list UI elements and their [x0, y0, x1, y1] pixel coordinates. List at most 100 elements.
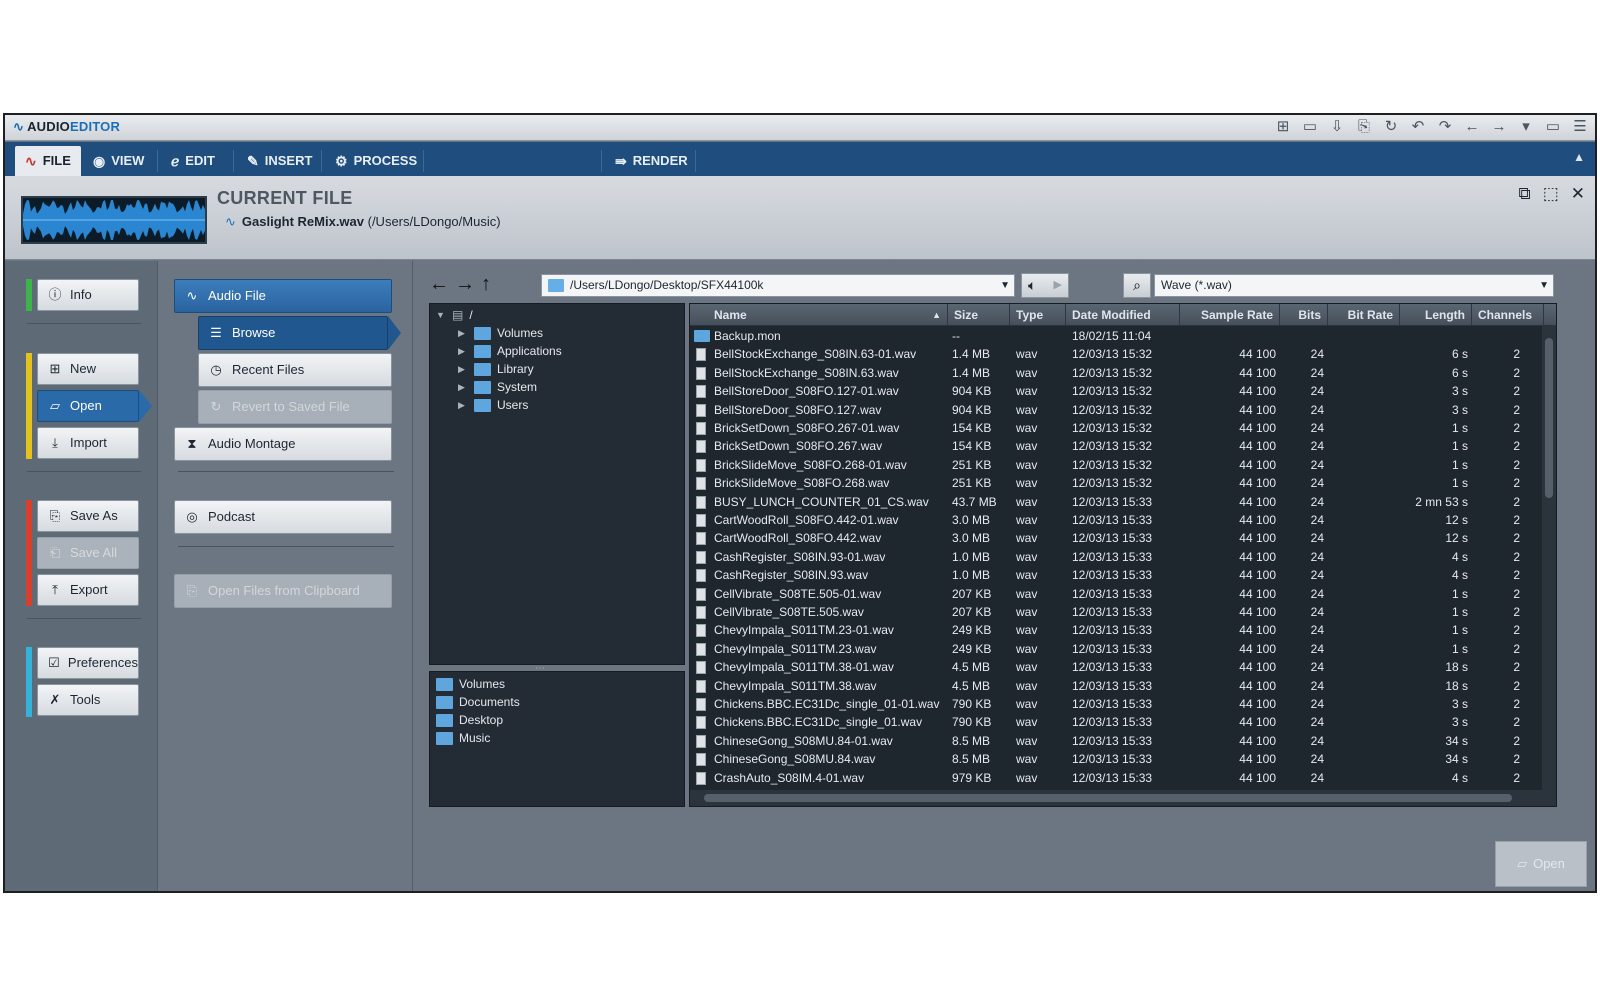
table-row[interactable]: BellStoreDoor_S08FO.127.wav 904 KB wav 12/0… [690, 401, 1540, 419]
scroll-thumb[interactable] [1545, 338, 1553, 498]
back-icon[interactable]: ← [429, 273, 449, 296]
maximize-icon[interactable]: ⬚ [1543, 184, 1559, 204]
favorite-volumes[interactable]: Volumes [436, 675, 505, 693]
layout-icon[interactable]: ☰ [1571, 118, 1589, 136]
tab-render[interactable]: ⇛ RENDER [605, 146, 698, 176]
open-button[interactable]: ▱ Open [1495, 841, 1587, 887]
table-row[interactable]: ChevyImpala_S011TM.38-01.wav 4.5 MB wav 12/… [690, 658, 1540, 676]
file-type-filter[interactable]: Wave (*.wav) ▼ [1154, 274, 1554, 297]
open-clipboard-button[interactable]: ⎘ Open Files from Clipboard [174, 574, 392, 608]
expand-right-icon[interactable]: ▶ [458, 324, 468, 342]
table-row[interactable]: ChevyImpala_S011TM.23-01.wav 249 KB wav 12/… [690, 621, 1540, 639]
tree-item-users[interactable]: ▶ Users [458, 396, 528, 414]
scroll-thumb[interactable] [704, 794, 1512, 802]
tree-item-library[interactable]: ▶ Library [458, 360, 534, 378]
browse-button[interactable]: ☰ Browse [198, 316, 401, 350]
tree-item-system[interactable]: ▶ System [458, 378, 537, 396]
expand-right-icon[interactable]: ▶ [458, 342, 468, 360]
table-row[interactable]: CartWoodRoll_S08FO.442.wav 3.0 MB wav 12/03… [690, 529, 1540, 547]
chevron-down-icon[interactable]: ▼ [1000, 275, 1010, 296]
maximize-icon[interactable]: ▭ [1544, 118, 1562, 136]
open-folder-icon[interactable]: ▭ [1301, 118, 1319, 136]
undo-icon[interactable]: ↶ [1409, 118, 1427, 136]
collapse-ribbon-icon[interactable]: ▲ [1573, 150, 1585, 164]
table-row[interactable]: CartWoodRoll_S08FO.442-01.wav 3.0 MB wav 12… [690, 511, 1540, 529]
favorite-desktop[interactable]: Desktop [436, 711, 503, 729]
save-as-button[interactable]: ⎘ Save As [37, 500, 139, 532]
favorite-documents[interactable]: Documents [436, 693, 520, 711]
back-icon[interactable]: ← [1463, 118, 1481, 136]
save-as-icon[interactable]: ⎘ [1355, 118, 1373, 136]
table-row[interactable]: BrickSetDown_S08FO.267-01.wav 154 KB wav 12… [690, 419, 1540, 437]
forward-icon[interactable]: → [1490, 118, 1508, 136]
redo-icon[interactable]: ↷ [1436, 118, 1454, 136]
recent-files-button[interactable]: ◷ Recent Files [198, 353, 392, 387]
tab-process[interactable]: ⚙ PROCESS [325, 146, 427, 176]
column-channels[interactable]: Channels [1472, 304, 1544, 326]
tab-insert[interactable]: ✎ INSERT [237, 146, 322, 176]
table-row[interactable]: CellVibrate_S08TE.505.wav 207 KB wav 12/03/… [690, 603, 1540, 621]
podcast-button[interactable]: ◎ Podcast [174, 500, 392, 534]
new-file-icon[interactable]: ⊞ [1274, 118, 1292, 136]
tools-button[interactable]: ✗ Tools [37, 684, 139, 716]
column-bits[interactable]: Bits [1280, 304, 1328, 326]
table-row[interactable]: ChineseGong_S08MU.84.wav 8.5 MB wav 12/03/1… [690, 750, 1540, 768]
favorite-music[interactable]: Music [436, 729, 490, 747]
table-row[interactable]: ChevyImpala_S011TM.38.wav 4.5 MB wav 12/03/… [690, 677, 1540, 695]
tab-view[interactable]: ◉ VIEW [83, 146, 154, 176]
import-button[interactable]: ⤓ Import [37, 427, 139, 459]
table-row[interactable]: BrickSlideMove_S08FO.268-01.wav 251 KB wav… [690, 456, 1540, 474]
save-icon[interactable]: ⇩ [1328, 118, 1346, 136]
tab-edit[interactable]: ℯ EDIT [161, 146, 225, 176]
open-button[interactable]: ▱ Open [37, 390, 152, 422]
table-row[interactable]: CashRegister_S08IN.93.wav 1.0 MB wav 12/03/… [690, 566, 1540, 584]
waveform-thumbnail[interactable] [21, 196, 207, 244]
revert-button[interactable]: ↻ Revert to Saved File [198, 390, 392, 424]
tree-item-volumes[interactable]: ▶ Volumes [458, 324, 543, 342]
table-row[interactable]: ChevyImpala_S011TM.23.wav 249 KB wav 12/03/… [690, 640, 1540, 658]
preferences-button[interactable]: ☑ Preferences [37, 647, 139, 679]
table-row[interactable]: CrashAuto_S08IM.4-01.wav 979 KB wav 12/03/1… [690, 769, 1540, 787]
audio-montage-button[interactable]: ⧗ Audio Montage [174, 427, 392, 461]
chevron-down-icon[interactable]: ▼ [1539, 275, 1549, 296]
column-date-modified[interactable]: Date Modified [1066, 304, 1180, 326]
table-row[interactable]: CellVibrate_S08TE.505-01.wav 207 KB wav 12/… [690, 585, 1540, 603]
table-row[interactable]: BrickSetDown_S08FO.267.wav 154 KB wav 12/03… [690, 437, 1540, 455]
table-row[interactable]: BrickSlideMove_S08FO.268.wav 251 KB wav 12/… [690, 474, 1540, 492]
column-length[interactable]: Length [1400, 304, 1472, 326]
vertical-scrollbar[interactable] [1542, 326, 1556, 792]
forward-icon[interactable]: → [455, 273, 475, 296]
column-sample-rate[interactable]: Sample Rate [1180, 304, 1280, 326]
close-icon[interactable]: ✕ [1571, 184, 1585, 204]
save-all-button[interactable]: ⎗ Save All [37, 537, 139, 569]
dropdown-icon[interactable]: ▾ [1517, 118, 1535, 136]
up-icon[interactable]: ↑ [481, 273, 491, 296]
table-row[interactable]: Chickens.BBC.EC31Dc_single_01.wav 790 KB w… [690, 713, 1540, 731]
column-type[interactable]: Type [1010, 304, 1066, 326]
audio-file-button[interactable]: ∿ Audio File [174, 279, 392, 313]
expand-right-icon[interactable]: ▶ [458, 396, 468, 414]
table-row[interactable]: Backup.mon -- 18/02/15 11:04 [690, 327, 1540, 345]
tree-root[interactable]: ▼ ▤ / [436, 306, 473, 324]
info-button[interactable]: ⓘ Info [37, 279, 139, 311]
expand-right-icon[interactable]: ▶ [458, 360, 468, 378]
column-size[interactable]: Size [948, 304, 1010, 326]
table-row[interactable]: CashRegister_S08IN.93-01.wav 1.0 MB wav 12/… [690, 548, 1540, 566]
column-name[interactable]: Name ▲ [690, 304, 948, 326]
table-row[interactable]: BellStoreDoor_S08FO.127-01.wav 904 KB wav 1… [690, 382, 1540, 400]
table-row[interactable]: Chickens.BBC.EC31Dc_single_01-01.wav 790 … [690, 695, 1540, 713]
table-row[interactable]: BUSY_LUNCH_COUNTER_01_CS.wav 43.7 MB wav 12… [690, 493, 1540, 511]
search-button[interactable]: ⌕ [1123, 273, 1151, 298]
expand-right-icon[interactable]: ▶ [458, 378, 468, 396]
table-row[interactable]: BellStockExchange_S08IN.63-01.wav 1.4 MB w… [690, 345, 1540, 363]
restore-icon[interactable]: ⧉ [1519, 184, 1531, 204]
play-icon[interactable]: ▶ [1054, 274, 1062, 297]
table-row[interactable]: ChineseGong_S08MU.84-01.wav 8.5 MB wav 12/0… [690, 732, 1540, 750]
new-button[interactable]: ⊞ New [37, 353, 139, 385]
column-bit-rate[interactable]: Bit Rate [1328, 304, 1400, 326]
path-combobox[interactable]: /Users/LDongo/Desktop/SFX44100k ▼ [541, 274, 1015, 297]
tab-file[interactable]: ∿ FILE [15, 146, 81, 176]
horizontal-scrollbar[interactable] [690, 790, 1556, 806]
table-row[interactable]: BellStockExchange_S08IN.63.wav 1.4 MB wav 1… [690, 364, 1540, 382]
preview-button[interactable]: 🔈︎ ▶ [1021, 273, 1069, 298]
